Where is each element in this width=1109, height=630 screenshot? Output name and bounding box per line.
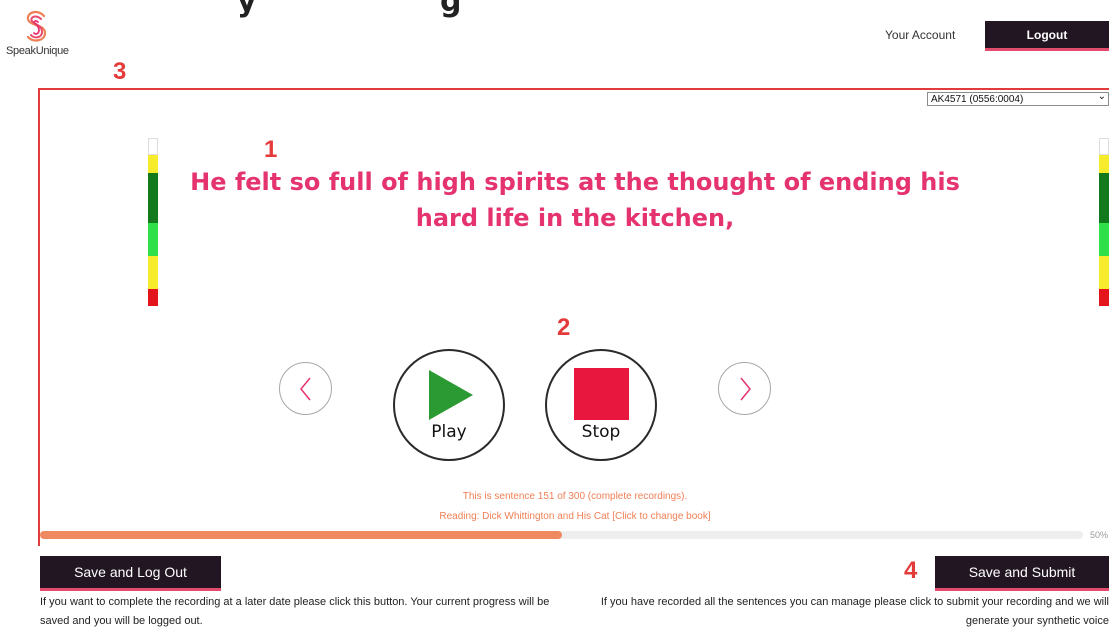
stop-button[interactable]: Stop: [545, 349, 657, 461]
meter-segment-empty: [1099, 138, 1109, 155]
play-icon: [429, 370, 473, 420]
annotation-1: 1: [264, 136, 278, 163]
save-logout-help-text: If you want to complete the recording at…: [40, 596, 550, 627]
save-submit-help-text: If you have recorded all the sentences y…: [600, 596, 1109, 627]
meter-segment-yellow: [1099, 155, 1109, 173]
previous-sentence-button[interactable]: [279, 362, 332, 415]
progress-bar-fill: [40, 531, 562, 539]
your-account-link[interactable]: Your Account: [885, 28, 955, 42]
progress-percent: 50%: [1090, 530, 1109, 540]
recording-area-outline-top: [39, 88, 1109, 90]
sentence-status: This is sentence 151 of 300 (complete re…: [462, 491, 688, 502]
stop-label: Stop: [581, 422, 621, 442]
level-meter-left: [148, 138, 158, 306]
chevron-left-icon: [299, 377, 311, 400]
meter-segment-green: [148, 223, 158, 256]
meter-segment-dark-green: [1099, 173, 1109, 223]
stop-icon: [574, 368, 629, 420]
page-heading-fragment-left: y: [237, 0, 258, 19]
annotation-4: 4: [904, 557, 918, 584]
change-book-link[interactable]: Reading: Dick Whittington and His Cat [C…: [300, 511, 850, 522]
speaker-select[interactable]: AK4571 (0556:0004) ⌄: [927, 91, 1109, 106]
level-meter-right: [1099, 138, 1109, 306]
meter-segment-green: [1099, 223, 1109, 256]
play-button[interactable]: Play: [393, 349, 505, 461]
chevron-right-icon: [739, 377, 751, 400]
logo-text: SpeakUnique: [6, 45, 69, 57]
meter-segment-yellow: [1099, 256, 1109, 289]
save-and-submit-button[interactable]: Save and Submit: [935, 556, 1109, 591]
logo[interactable]: SpeakUnique: [6, 10, 78, 57]
meter-segment-dark-green: [148, 173, 158, 223]
meter-segment-empty: [148, 138, 158, 155]
speakunique-logo-icon: [26, 10, 47, 42]
meter-segment-yellow: [148, 155, 158, 173]
chevron-down-icon: ⌄: [1097, 91, 1106, 102]
meter-segment-red: [1099, 289, 1109, 306]
annotation-2: 2: [557, 314, 571, 341]
recording-area-outline-left: [38, 88, 40, 546]
speaker-select-value: AK4571 (0556:0004): [931, 93, 1024, 105]
meter-segment-yellow: [148, 256, 158, 289]
meter-segment-red: [148, 289, 158, 306]
page-heading-fragment-right: g: [440, 0, 462, 19]
next-sentence-button[interactable]: [718, 362, 771, 415]
save-and-log-out-button[interactable]: Save and Log Out: [40, 556, 221, 591]
annotation-3: 3: [113, 58, 127, 85]
sentence-prompt: He felt so full of high spirits at the t…: [190, 168, 960, 232]
play-label: Play: [431, 422, 467, 442]
logout-button[interactable]: Logout: [985, 21, 1109, 51]
